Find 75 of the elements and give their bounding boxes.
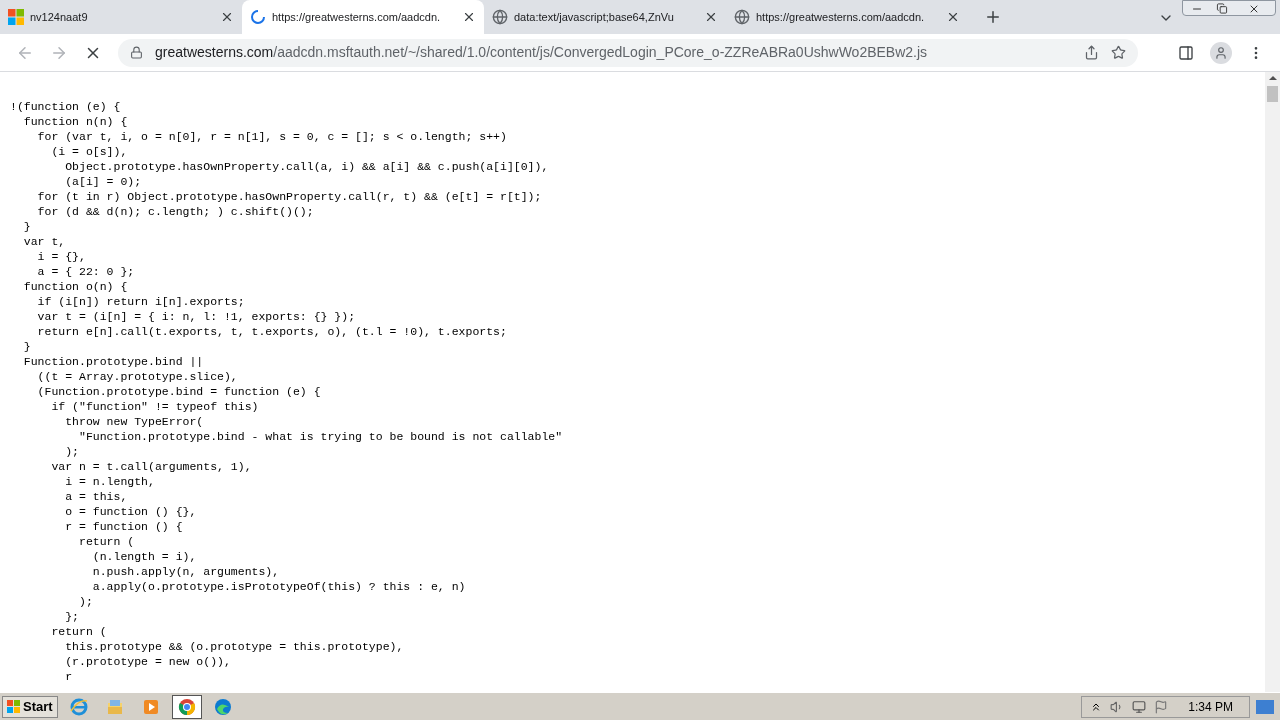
side-panel-icon[interactable] (1178, 44, 1194, 61)
loading-spinner-icon (250, 9, 266, 25)
code-line: "Function.prototype.bind - what is trying to be bound is not callable" (78, 429, 563, 444)
globe-icon (492, 9, 508, 25)
code-line: (Function.prototype.bind = function (e) { (36, 384, 321, 399)
tab-title: https://greatwesterns.com/aadcdn. (272, 9, 441, 25)
close-icon[interactable] (220, 10, 234, 24)
code-line: ); (78, 594, 93, 609)
browser-tab[interactable]: https://greatwesterns.com/aadcdn. (242, 0, 484, 34)
code-line: if ("function" != typeof this) (50, 399, 259, 414)
chrome-icon (176, 696, 197, 717)
code-line: throw new TypeError( (64, 414, 204, 429)
edge-icon (212, 696, 233, 717)
code-line: r = function () { (64, 519, 183, 534)
code-line: a.apply(o.prototype.isPrototypeOf(this) ? this : e, n) (91, 579, 466, 594)
code-line: this.prototype && (o.prototype = this.prototype), (64, 639, 404, 654)
code-line: for (t in r) Object.prototype.hasOwnProperty.call(r, t) && (e[t] = r[t]); (36, 189, 542, 204)
code-line: return ( (50, 624, 107, 639)
tab-title: data:text/javascript;base64,ZnVu (514, 9, 674, 25)
show-desktop-button[interactable] (1256, 699, 1274, 714)
globe-icon (734, 9, 750, 25)
code-line: function n(n) { (22, 114, 128, 129)
code-line: Function.prototype.bind || (22, 354, 204, 369)
code-line: Object.prototype.hasOwnProperty.call(a, i) && a[i] && c.push(a[i][0]), (64, 159, 549, 174)
taskbar-button[interactable] (171, 694, 202, 719)
clock[interactable]: 1:34 PM (1188, 697, 1233, 716)
address-bar[interactable]: greatwesterns.com/aadcdn.msftauth.net/~/shared/1.0/content/js/ConvergedLogin_PCore_o-ZZReABRa0UshwWo2BEBw2.js (118, 38, 1138, 67)
code-line: return ( (78, 534, 135, 549)
url-path: /aadcdn.msftauth.net/~/shared/1.0/content/js/ConvergedLogin_PCore_o-ZZReABRa0UshwWo2BEBw2.js (273, 44, 928, 60)
profile-avatar[interactable] (1210, 41, 1232, 64)
code-line: ((t = Array.prototype.slice), (36, 369, 238, 384)
windows-flag-icon (7, 699, 21, 714)
network-icon[interactable] (1132, 699, 1147, 714)
url-host: greatwesterns.com (155, 44, 274, 60)
code-line: if (i[n]) return i[n].exports; (36, 294, 245, 309)
code-line: } (22, 219, 31, 234)
code-line: r (64, 669, 73, 684)
scrollbar[interactable] (1265, 72, 1280, 692)
code-line: var t, (22, 234, 66, 249)
internet-explorer-icon (68, 696, 89, 717)
browser-tab[interactable]: data:text/javascript;base64,ZnVu (484, 0, 726, 34)
code-line: for (var t, i, o = n[0], r = n[1], s = 0, c = []; s < o.length; s++) (36, 129, 507, 144)
code-line: !(function (e) { (10, 99, 121, 114)
code-line: var n = t.call(arguments, 1), (50, 459, 252, 474)
share-icon[interactable] (1084, 45, 1099, 60)
code-line: (i = o[s]), (50, 144, 128, 159)
code-line: } (22, 339, 31, 354)
code-line: a = { 22: 0 }; (36, 264, 135, 279)
start-button[interactable]: Start (2, 695, 58, 718)
code-line: for (d && d(n); c.length; ) c.shift()(); (36, 204, 314, 219)
browser-tab[interactable]: nv124naat9 (0, 0, 242, 34)
code-line: o = function () {}, (64, 504, 197, 519)
new-tab-icon[interactable] (984, 8, 1002, 26)
flag-icon[interactable] (1154, 699, 1169, 714)
code-line: n.push.apply(n, arguments), (91, 564, 280, 579)
code-line: ); (64, 444, 79, 459)
code-line: i = n.length, (64, 474, 155, 489)
tab-title: https://greatwesterns.com/aadcdn. (756, 9, 925, 25)
browser-tab[interactable]: https://greatwesterns.com/aadcdn. (726, 0, 968, 34)
code-line: function o(n) { (22, 279, 128, 294)
lock-icon (130, 46, 143, 59)
tab-title: nv124naat9 (30, 9, 88, 25)
code-line: return e[n].call(t.exports, t, t.exports, o), (t.l = !0), t.exports; (36, 324, 507, 339)
code-line: (a[i] = 0); (64, 174, 142, 189)
code-line: i = {}, (36, 249, 86, 264)
code-line: (n.length = i), (91, 549, 197, 564)
close-icon[interactable] (462, 10, 476, 24)
code-line: (r.prototype = new o()), (64, 654, 231, 669)
windows-logo-icon (8, 9, 24, 25)
code-line: var t = (i[n] = { i: n, l: !1, exports: {} }); (36, 309, 356, 324)
code-line: }; (64, 609, 79, 624)
bookmark-star-icon[interactable] (1111, 45, 1126, 60)
code-line: a = this, (64, 489, 128, 504)
close-icon[interactable] (704, 10, 718, 24)
close-icon[interactable] (946, 10, 960, 24)
